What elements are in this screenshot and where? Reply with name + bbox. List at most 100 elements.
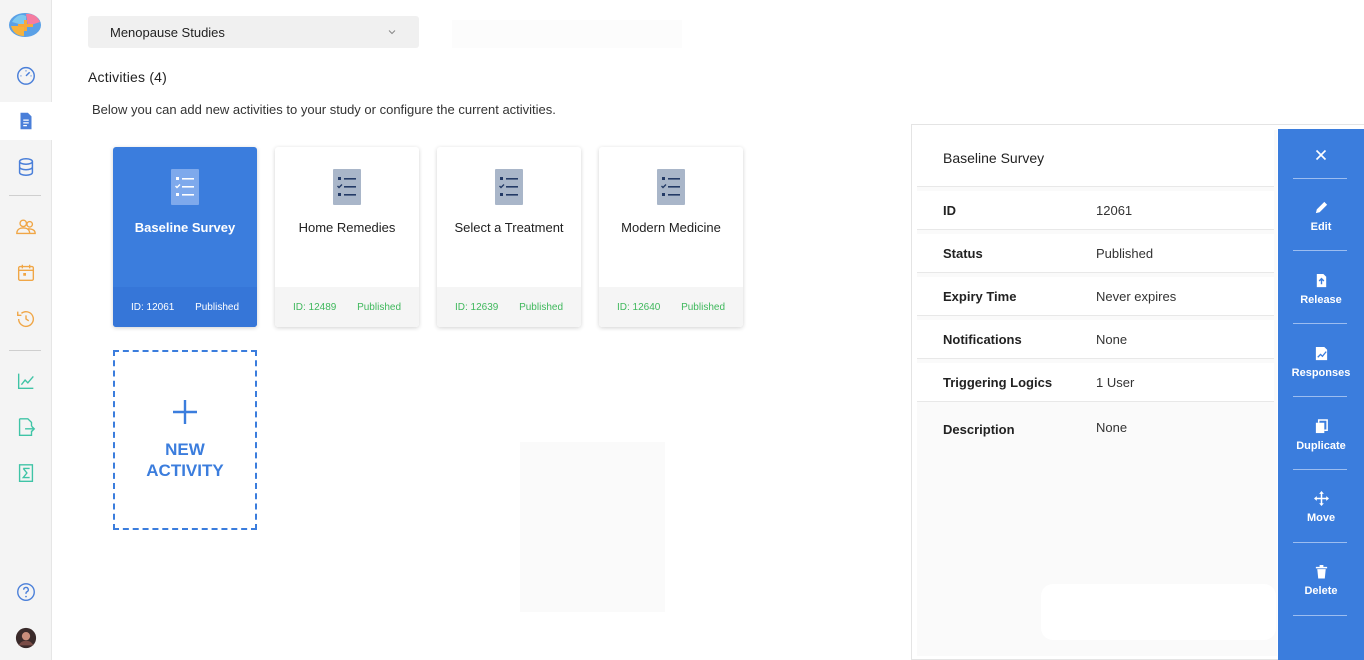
- detail-row: Status Published: [917, 234, 1274, 273]
- database-icon[interactable]: [0, 148, 52, 186]
- new-activity-label-line2: ACTIVITY: [146, 461, 224, 480]
- checklist-icon: [333, 169, 361, 205]
- responses-button[interactable]: Responses: [1278, 326, 1364, 398]
- activity-footer: ID: 12640 Published: [599, 287, 743, 327]
- blank-area: [1041, 584, 1276, 640]
- release-button[interactable]: Release: [1278, 253, 1364, 325]
- detail-title: Baseline Survey: [943, 150, 1045, 166]
- sidebar: [0, 0, 52, 660]
- move-arrows-icon: [1313, 490, 1329, 506]
- detail-row: Description None: [917, 406, 1274, 526]
- move-label: Move: [1306, 511, 1336, 524]
- sidebar-divider: [9, 350, 41, 351]
- activity-name: Baseline Survey: [134, 220, 236, 235]
- activity-card[interactable]: Baseline Survey ID: 12061 Published: [113, 147, 257, 327]
- signature-chart-icon[interactable]: [0, 362, 52, 400]
- activity-id: ID: 12489: [293, 301, 337, 313]
- history-icon[interactable]: [0, 300, 52, 338]
- calendar-icon[interactable]: [0, 254, 52, 292]
- detail-value: None: [1096, 331, 1128, 347]
- release-label: Release: [1300, 293, 1342, 306]
- responses-label: Responses: [1291, 366, 1351, 379]
- detail-row: Expiry Time Never expires: [917, 277, 1274, 316]
- detail-key: ID: [943, 202, 956, 218]
- new-activity-button[interactable]: NEW ACTIVITY: [113, 350, 257, 530]
- blank-area: [520, 442, 665, 612]
- help-icon[interactable]: [0, 573, 52, 611]
- new-activity-label-line1: NEW: [165, 440, 205, 459]
- edit-button[interactable]: Edit: [1278, 180, 1364, 252]
- duplicate-button[interactable]: Duplicate: [1278, 399, 1364, 471]
- page-description: Below you can add new activities to your…: [92, 102, 556, 117]
- activity-id: ID: 12639: [455, 301, 499, 313]
- activity-card[interactable]: Modern Medicine ID: 12640 Published: [599, 147, 743, 327]
- chevron-down-icon: [388, 30, 396, 35]
- plus-icon: [173, 400, 197, 424]
- responses-icon: [1315, 346, 1327, 360]
- activity-card[interactable]: Home Remedies ID: 12489 Published: [275, 147, 419, 327]
- close-icon[interactable]: [1311, 145, 1331, 165]
- export-icon[interactable]: [0, 408, 52, 446]
- document-icon[interactable]: [0, 102, 52, 140]
- checklist-icon: [171, 169, 199, 205]
- detail-value: None: [1096, 420, 1128, 435]
- sidebar-divider: [9, 195, 41, 196]
- pencil-icon: [1315, 201, 1327, 213]
- study-selector-value: Menopause Studies: [110, 24, 225, 40]
- detail-key: Status: [943, 245, 983, 261]
- detail-key: Description: [943, 422, 1015, 437]
- page-title: Activities (4): [88, 69, 168, 85]
- sigma-icon[interactable]: [0, 454, 52, 492]
- detail-value: Published: [1096, 245, 1154, 261]
- edit-label: Edit: [1310, 220, 1332, 233]
- detail-header: Baseline Survey: [917, 130, 1274, 187]
- detail-value: 1 User: [1096, 374, 1135, 390]
- duplicate-label: Duplicate: [1296, 439, 1346, 452]
- checklist-icon: [657, 169, 685, 205]
- trash-icon: [1315, 564, 1327, 579]
- detail-row: Triggering Logics 1 User: [917, 363, 1274, 402]
- detail-value: 12061: [1096, 202, 1133, 218]
- action-divider: [1293, 542, 1347, 543]
- file-upload-icon: [1316, 273, 1326, 287]
- detail-key: Expiry Time: [943, 288, 1017, 304]
- activity-card[interactable]: Select a Treatment ID: 12639 Published: [437, 147, 581, 327]
- action-divider: [1293, 250, 1347, 251]
- new-activity-label: NEW ACTIVITY: [140, 439, 230, 481]
- blank-area: [452, 20, 682, 48]
- action-bar: Edit Release Responses Duplicate Move De…: [1278, 129, 1364, 660]
- dashboard-gauge-icon[interactable]: [0, 56, 52, 94]
- detail-value: Never expires: [1096, 288, 1177, 304]
- brain-logo[interactable]: [8, 10, 42, 40]
- detail-key: Notifications: [943, 331, 1022, 347]
- activity-status: Published: [681, 301, 725, 313]
- activity-status: Published: [357, 301, 401, 313]
- delete-button[interactable]: Delete: [1278, 544, 1364, 616]
- move-button[interactable]: Move: [1278, 471, 1364, 543]
- activity-footer: ID: 12489 Published: [275, 287, 419, 327]
- avatar[interactable]: [0, 619, 52, 657]
- action-divider: [1293, 323, 1347, 324]
- action-divider: [1293, 396, 1347, 397]
- copy-icon: [1315, 418, 1328, 433]
- activity-name: Modern Medicine: [621, 220, 721, 235]
- detail-key: Triggering Logics: [943, 374, 1053, 390]
- detail-row: Notifications None: [917, 320, 1274, 359]
- participants-icon[interactable]: [0, 208, 52, 246]
- action-divider: [1293, 178, 1347, 179]
- activity-footer: ID: 12639 Published: [437, 287, 581, 327]
- checklist-icon: [495, 169, 523, 205]
- activity-id: ID: 12640: [617, 301, 661, 313]
- activity-footer: ID: 12061 Published: [113, 287, 257, 327]
- detail-row: ID 12061: [917, 191, 1274, 230]
- activity-name: Select a Treatment: [454, 220, 564, 235]
- activity-id: ID: 12061: [131, 301, 175, 313]
- activity-name: Home Remedies: [298, 220, 396, 235]
- action-divider: [1293, 615, 1347, 616]
- activity-status: Published: [195, 301, 239, 313]
- detail-content: Baseline Survey ID 12061 Status Publishe…: [917, 130, 1277, 656]
- activity-status: Published: [519, 301, 563, 313]
- action-divider: [1293, 469, 1347, 470]
- study-selector[interactable]: Menopause Studies: [88, 16, 419, 48]
- delete-label: Delete: [1304, 584, 1338, 597]
